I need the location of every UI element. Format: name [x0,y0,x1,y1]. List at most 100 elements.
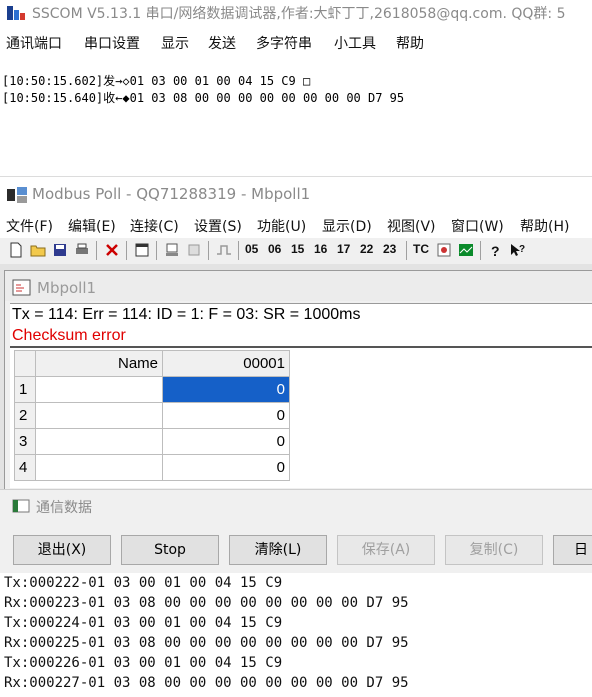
traffic-line: Tx:000224-01 03 00 01 00 04 15 C9 [4,615,283,631]
table-row: 3 0 [14,428,290,455]
menu-window[interactable]: 窗口(W) [451,216,504,236]
function-22-button[interactable]: 22 [360,242,373,256]
modbus-window-title: Modbus Poll - QQ71288319 - Mbpoll1 [32,185,311,203]
modbus-app-icon [7,187,27,203]
sscom-menu-bar: 通讯端口 串口设置 显示 发送 多字符串 小工具 帮助 [0,26,592,61]
save-button[interactable]: 保存(A) [337,535,435,565]
menu-tools[interactable]: 小工具 [334,33,376,53]
row-number: 2 [14,402,36,429]
menu-display[interactable]: 显示 [161,33,189,53]
sscom-window-title: SSCOM V5.13.1 串口/网络数据调试器,作者:大虾丁丁,2618058… [32,6,566,22]
exit-button[interactable]: 退出(X) [13,535,111,565]
sscom-title-bar: SSCOM V5.13.1 串口/网络数据调试器,作者:大虾丁丁,2618058… [0,0,592,26]
toolbar-separator [238,241,239,260]
table-row: 1 0 [14,376,290,403]
poll-status-area: Tx = 114: Err = 114: ID = 1: F = 03: SR … [10,303,592,346]
function-05-button[interactable]: 05 [245,242,258,256]
row-number: 3 [14,428,36,455]
traffic-line: Tx:000222-01 03 00 01 00 04 15 C9 [4,575,283,591]
comm-button-bar: 退出(X) Stop 清除(L) 保存(A) 复制(C) 日 [0,521,592,573]
write-icon[interactable] [186,242,202,258]
menu-serial-settings[interactable]: 串口设置 [84,33,140,53]
menu-file[interactable]: 文件(F) [6,216,53,236]
poll-status-line: Tx = 114: Err = 114: ID = 1: F = 03: SR … [12,306,361,323]
menu-send[interactable]: 发送 [208,33,236,53]
menu-functions[interactable]: 功能(U) [257,216,306,236]
sscom-app-icon [7,6,25,20]
sscom-log-line: [10:50:15.640]收←◆01 03 08 00 00 00 00 00… [2,91,405,105]
menu-view[interactable]: 视图(V) [387,216,436,236]
menu-connection[interactable]: 连接(C) [130,216,179,236]
traffic-line: Rx:000223-01 03 08 00 00 00 00 00 00 00 … [4,595,409,611]
error-message: Checksum error [12,327,126,344]
row-number: 1 [14,376,36,403]
row-number: 4 [14,454,36,481]
toolbar-separator [96,241,97,260]
toolbar-separator [126,241,127,260]
register-value-cell[interactable]: 0 [162,454,290,481]
print-icon[interactable] [74,242,90,258]
traffic-line: Tx:000226-01 03 00 01 00 04 15 C9 [4,655,283,671]
mbpoll1-title-bar: Mbpoll1 [5,271,592,301]
register-value-cell[interactable]: 0 [162,402,290,429]
function-15-button[interactable]: 15 [291,242,304,256]
traffic-line: Rx:000225-01 03 08 00 00 00 00 00 00 00 … [4,635,409,651]
grid-corner [14,350,36,377]
toolbar-separator [480,241,481,260]
disconnect-icon[interactable] [104,242,120,258]
save-icon[interactable] [52,242,68,258]
mbpoll-doc-icon [12,279,31,296]
pulse-icon[interactable] [216,242,232,258]
toolbar-separator [208,241,209,260]
new-file-icon[interactable] [8,242,24,258]
table-row: 2 0 [14,402,290,429]
clear-button[interactable]: 清除(L) [229,535,327,565]
menu-view-display[interactable]: 显示(D) [322,216,372,236]
menu-multi-string[interactable]: 多字符串 [256,33,312,53]
register-value-cell[interactable]: 0 [162,428,290,455]
column-header-address[interactable]: 00001 [162,350,290,377]
register-name-cell[interactable] [35,454,163,481]
comm-traffic-title-bar: 通信数据 [0,489,592,522]
modbus-menu-bar: 文件(F) 编辑(E) 连接(C) 设置(S) 功能(U) 显示(D) 视图(V… [0,210,592,238]
mbpoll1-title: Mbpoll1 [37,279,97,297]
function-06-button[interactable]: 06 [268,242,281,256]
comm-window-icon [12,499,30,513]
menu-edit[interactable]: 编辑(E) [68,216,116,236]
window-icon[interactable] [134,242,150,258]
table-row: 4 0 [14,454,290,481]
context-help-icon[interactable]: ? [509,242,525,258]
read-icon[interactable] [164,242,180,258]
svg-text:?: ? [519,244,525,255]
function-23-button[interactable]: 23 [383,242,396,256]
chart-icon[interactable] [458,242,474,258]
log-button-partial[interactable]: 日 [553,535,592,565]
sscom-log-line: [10:50:15.602]发→◇01 03 00 01 00 04 15 C9… [2,74,311,88]
register-value-cell[interactable]: 0 [162,376,290,403]
comm-traffic-log[interactable]: Tx:000222-01 03 00 01 00 04 15 C9 Rx:000… [0,573,592,697]
svg-text:?: ? [491,243,500,258]
menu-comm-port[interactable]: 通讯端口 [6,33,62,53]
image-icon[interactable] [436,242,452,258]
menu-help[interactable]: 帮助(H) [520,216,569,236]
copy-button[interactable]: 复制(C) [445,535,543,565]
function-17-button[interactable]: 17 [337,242,350,256]
register-name-cell[interactable] [35,376,163,403]
column-header-name[interactable]: Name [35,350,163,377]
modbus-toolbar: 05 06 15 16 17 22 23 TC ? ? [0,238,592,265]
toolbar-separator [156,241,157,260]
register-grid: Name 00001 1 0 2 0 3 0 4 0 [10,346,592,488]
register-name-cell[interactable] [35,402,163,429]
register-name-cell[interactable] [35,428,163,455]
modbus-title-bar: Modbus Poll - QQ71288319 - Mbpoll1 [0,176,592,211]
menu-setup[interactable]: 设置(S) [194,216,242,236]
comm-traffic-title: 通信数据 [36,500,92,516]
function-16-button[interactable]: 16 [314,242,327,256]
sscom-receive-area[interactable]: [10:50:15.602]发→◇01 03 00 01 00 04 15 C9… [0,60,592,175]
stop-button[interactable]: Stop [121,535,219,565]
open-folder-icon[interactable] [30,242,46,258]
toolbar-separator [406,241,407,260]
traffic-tc-button[interactable]: TC [413,242,429,256]
help-icon[interactable]: ? [487,242,503,258]
menu-help[interactable]: 帮助 [396,33,424,53]
